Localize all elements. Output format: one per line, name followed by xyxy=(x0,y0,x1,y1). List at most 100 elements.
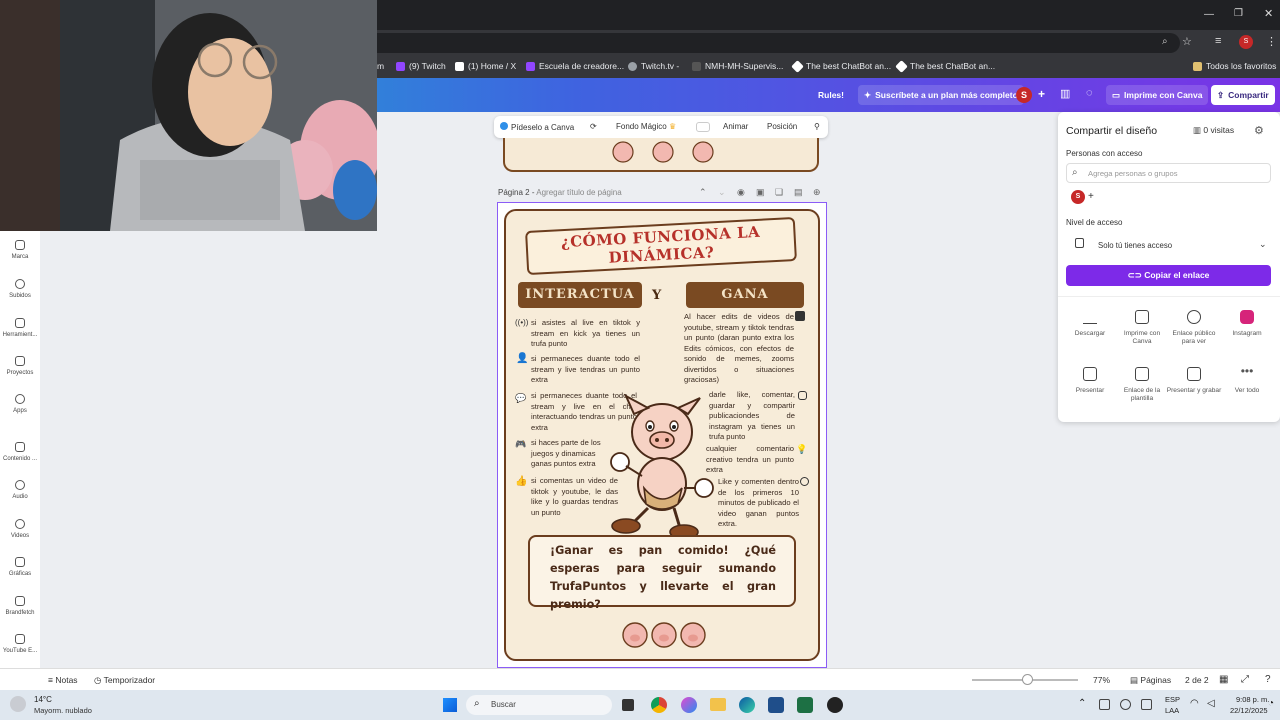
tray-icon-3[interactable] xyxy=(1141,699,1152,710)
weather-desc[interactable]: Mayorm. nublado xyxy=(34,706,92,715)
sidebar-item-subidos[interactable]: Subidos xyxy=(0,279,40,299)
right-item-1[interactable]: Al hacer edits de videos de youtube, str… xyxy=(684,312,794,386)
taskbar-search[interactable]: ⌕ Buscar xyxy=(466,695,612,715)
present-record-action[interactable]: Presentar y grabar xyxy=(1166,367,1222,395)
zoom-level[interactable]: 77% xyxy=(1093,675,1110,685)
sidebar-item-graficas[interactable]: Gráficas xyxy=(0,557,40,577)
lock-page-icon[interactable]: ▣ xyxy=(756,187,765,198)
print-with-canva-button[interactable]: ▭ Imprime con Canva xyxy=(1106,85,1209,105)
bookmark-item[interactable]: m xyxy=(377,61,384,71)
copy-link-button[interactable]: ⊂⊃ Copiar el enlace xyxy=(1066,265,1271,286)
fullscreen-icon[interactable]: ⤢ xyxy=(1241,674,1249,685)
url-field[interactable]: ⌕ xyxy=(360,33,1180,53)
user-avatar[interactable]: S xyxy=(1016,87,1032,103)
share-button[interactable]: ⇪ Compartir xyxy=(1211,85,1275,105)
gana-heading[interactable]: GANA xyxy=(686,282,804,308)
sidebar-item-proyectos[interactable]: Proyectos xyxy=(0,356,40,376)
left-item-4[interactable]: si haces parte de los juegos y dinamicas… xyxy=(531,438,605,470)
clock-time[interactable]: 9:08 p. m. xyxy=(1236,695,1269,704)
page-down-icon[interactable]: ⌄ xyxy=(718,187,726,198)
reading-list-icon[interactable]: ≡ xyxy=(1215,35,1221,47)
timer-button[interactable]: ◷ Temporizador xyxy=(94,675,155,686)
rules-button[interactable]: Rules! xyxy=(812,85,850,105)
page-up-icon[interactable]: ⌃ xyxy=(699,187,707,198)
right-item-3[interactable]: cualquier comentario creativo tendra un … xyxy=(706,444,794,476)
left-item-1[interactable]: si asistes al live en tiktok y stream en… xyxy=(531,318,640,350)
chatgpt-icon[interactable] xyxy=(827,697,843,713)
language-code[interactable]: ESP xyxy=(1165,695,1180,704)
sidebar-item-herramientas[interactable]: Herramient... xyxy=(0,318,40,338)
browser-menu-icon[interactable]: ⋮ xyxy=(1266,35,1277,48)
add-page-icon[interactable]: ⊕ xyxy=(813,187,821,198)
bookmark-twitch[interactable]: (9) Twitch xyxy=(396,61,446,71)
all-bookmarks[interactable]: Todos los favoritos xyxy=(1193,61,1276,71)
bookmark-chatbot-1[interactable]: The best ChatBot an... xyxy=(791,59,891,73)
previous-page-preview[interactable] xyxy=(503,138,819,172)
restore-icon[interactable]: ❐ xyxy=(1234,8,1243,19)
pages-button[interactable]: ▤ Páginas xyxy=(1130,675,1171,686)
sidebar-item-audio[interactable]: Audio xyxy=(0,480,40,500)
people-search-input[interactable]: ⌕ Agrega personas o grupos xyxy=(1066,163,1271,183)
bookmark-twitch-tv[interactable]: Twitch.tv - xyxy=(628,61,679,71)
access-level-dropdown[interactable]: Solo tú tienes acceso ⌄ xyxy=(1066,233,1271,257)
add-collaborator-icon[interactable]: + xyxy=(1038,87,1045,101)
hide-page-icon[interactable]: ◉ xyxy=(737,187,745,198)
subscribe-button[interactable]: ✦ Suscríbete a un plan más completo xyxy=(858,85,1024,105)
file-explorer-icon[interactable] xyxy=(710,698,726,711)
settings-icon[interactable]: ⚙ xyxy=(1254,124,1264,137)
delete-page-icon[interactable]: ▤ xyxy=(794,187,803,198)
wifi-icon[interactable]: ◠ xyxy=(1190,698,1199,709)
copilot-icon[interactable] xyxy=(681,697,697,713)
animate-button[interactable]: Animar xyxy=(723,122,748,131)
add-person-icon[interactable]: + xyxy=(1088,191,1094,202)
refresh-icon[interactable]: ⟳ xyxy=(590,122,597,131)
calculator-icon[interactable] xyxy=(768,697,784,713)
pigs-footer-illustration[interactable] xyxy=(620,620,708,650)
tray-icon-1[interactable] xyxy=(1099,699,1110,710)
comments-icon[interactable]: ◌ xyxy=(1086,87,1093,99)
pig-mascot-illustration[interactable] xyxy=(604,392,716,540)
color-swatch[interactable] xyxy=(696,122,710,132)
position-button[interactable]: Posición xyxy=(767,122,797,131)
keyboard-layout[interactable]: LAA xyxy=(1165,706,1179,715)
collaborator-avatar[interactable]: S xyxy=(1071,190,1085,204)
instagram-action[interactable]: Instagram xyxy=(1219,310,1275,338)
interactua-heading[interactable]: INTERACTUA xyxy=(518,282,642,308)
volume-icon[interactable]: ◁ xyxy=(1207,698,1215,709)
task-view-icon[interactable] xyxy=(622,699,634,711)
page-title-input[interactable]: Agregar título de página xyxy=(536,188,621,197)
right-item-2[interactable]: darle like, comentar, guardar y comparti… xyxy=(709,390,795,443)
cta-text[interactable]: ¡Ganar es pan comido! ¿Qué esperas para … xyxy=(550,542,776,614)
ask-canva-button[interactable]: Pídeselo a Canva xyxy=(500,122,574,132)
tray-icon-2[interactable] xyxy=(1120,699,1131,710)
edge-icon[interactable] xyxy=(739,697,755,713)
sidebar-item-contenido[interactable]: Contenido ... xyxy=(0,442,40,462)
sidebar-item-videos[interactable]: Videos xyxy=(0,519,40,539)
clock-date[interactable]: 22/12/2025 xyxy=(1230,706,1268,715)
notes-button[interactable]: ≡ Notas xyxy=(48,675,78,685)
visits-counter[interactable]: ▥ 0 visitas xyxy=(1193,125,1234,136)
bookmark-nmh[interactable]: NMH-MH-Supervis... xyxy=(692,61,783,71)
connector-word[interactable]: Y xyxy=(652,288,661,303)
chrome-icon[interactable] xyxy=(651,697,667,713)
analytics-icon[interactable]: ▥ xyxy=(1060,87,1070,100)
weather-temp[interactable]: 14°C xyxy=(34,695,52,704)
magic-background-button[interactable]: Fondo Mágico ♛ xyxy=(616,122,676,131)
tray-chevron-icon[interactable]: ⌃ xyxy=(1078,698,1086,709)
duplicate-page-icon[interactable]: ❏ xyxy=(775,187,783,198)
download-action[interactable]: Descargar xyxy=(1062,310,1118,338)
zoom-icon[interactable]: ⌕ xyxy=(1162,36,1168,47)
sidebar-item-youtube[interactable]: YouTube E... xyxy=(0,634,40,654)
sidebar-item-brandfetch[interactable]: Brandfetch xyxy=(0,596,40,616)
print-canva-action[interactable]: Imprime con Canva xyxy=(1114,310,1170,346)
format-painter-icon[interactable]: ⚲ xyxy=(814,122,820,131)
grid-view-icon[interactable]: ▦ xyxy=(1219,674,1228,685)
minimize-icon[interactable]: — xyxy=(1204,9,1214,20)
see-all-action[interactable]: ••• Ver todo xyxy=(1219,365,1275,395)
bookmark-x[interactable]: (1) Home / X xyxy=(455,61,516,71)
weather-icon[interactable] xyxy=(10,696,26,712)
sidebar-item-marca[interactable]: Marca xyxy=(0,240,40,260)
present-action[interactable]: Presentar xyxy=(1062,367,1118,395)
notifications-icon[interactable]: ◔ xyxy=(1268,698,1274,709)
bookmark-escuela[interactable]: Escuela de creadore... xyxy=(526,61,624,71)
